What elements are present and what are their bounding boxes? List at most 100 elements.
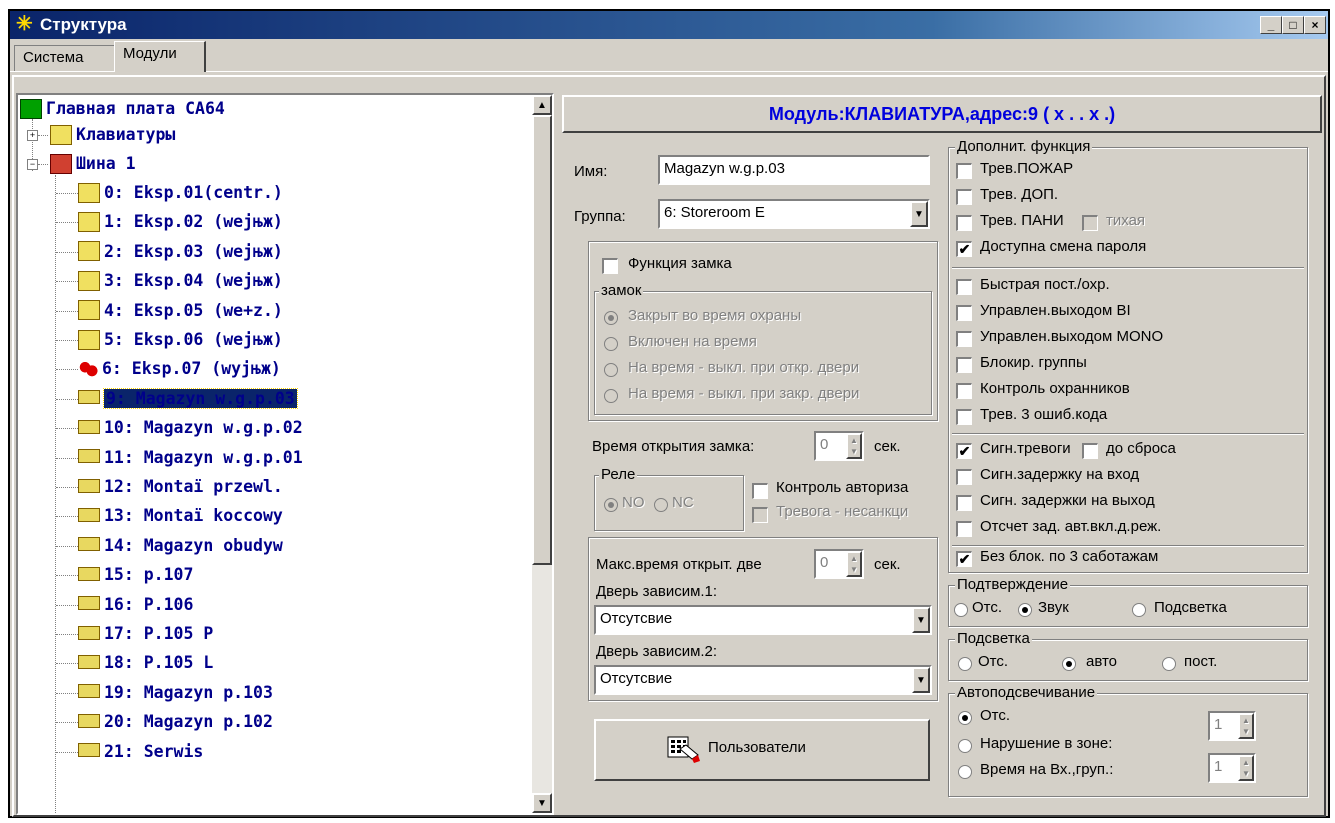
keypad-icon bbox=[78, 743, 100, 758]
backlight-none-radio[interactable] bbox=[958, 657, 972, 671]
expand-keypads-icon[interactable]: + bbox=[27, 130, 38, 141]
maximize-button[interactable]: □ bbox=[1282, 16, 1304, 34]
tree-module-item[interactable]: 19: Magazyn p.103 bbox=[78, 681, 273, 705]
minimize-button[interactable]: _ bbox=[1260, 16, 1282, 34]
until-reset-checkbox[interactable] bbox=[1082, 443, 1098, 459]
unauth-alarm-checkbox[interactable] bbox=[752, 507, 768, 523]
tree-root[interactable]: Главная плата CA64 bbox=[20, 97, 225, 121]
keypad-icon bbox=[78, 596, 100, 611]
autolight-time-radio[interactable] bbox=[958, 765, 972, 779]
mono-output-checkbox[interactable] bbox=[956, 331, 972, 347]
autolight-time-spinner-icon[interactable]: ▲ ▼ bbox=[1238, 755, 1254, 781]
relay-group-label: Реле bbox=[599, 466, 638, 484]
tree-module-item[interactable]: 10: Magazyn w.g.p.02 bbox=[78, 416, 303, 440]
tree-module-item[interactable]: 9: Magazyn w.g.p.03 bbox=[78, 387, 298, 411]
users-button[interactable]: Пользователи bbox=[594, 719, 930, 781]
structure-app-icon: ✳ bbox=[16, 13, 33, 35]
tree-module-item[interactable]: 14: Magazyn obudyw bbox=[78, 534, 283, 558]
no-block-checkbox[interactable]: ✔ bbox=[956, 551, 972, 567]
tree-module-item[interactable]: 1: Eksp.02 (weјњж) bbox=[78, 210, 283, 234]
autolight-zone-spinner-icon[interactable]: ▲ ▼ bbox=[1238, 713, 1254, 739]
max-door-spinner-icon[interactable]: ▲ ▼ bbox=[846, 551, 862, 577]
wrong-code-checkbox[interactable] bbox=[956, 409, 972, 425]
tree-keypads[interactable]: Клавиатуры bbox=[50, 123, 175, 147]
tab-system[interactable]: Система bbox=[14, 45, 116, 71]
lock-time-input[interactable]: 0 ▲ ▼ bbox=[814, 431, 864, 461]
quick-arm-checkbox[interactable] bbox=[956, 279, 972, 295]
backlight-auto-radio[interactable] bbox=[1062, 657, 1076, 671]
relay-no-radio[interactable] bbox=[604, 498, 618, 512]
quick-arm-label: Быстрая пост./охр. bbox=[980, 276, 1110, 293]
expander-centr-icon bbox=[78, 182, 100, 203]
tree-bus[interactable]: Шина 1 bbox=[50, 152, 136, 176]
sig-alarm-label: Сигн.тревоги bbox=[980, 440, 1071, 457]
tree-module-item[interactable]: 17: P.105 P bbox=[78, 622, 213, 646]
silent-checkbox[interactable] bbox=[1082, 215, 1098, 231]
auth-control-checkbox[interactable] bbox=[752, 483, 768, 499]
confirm-light-radio[interactable] bbox=[1132, 603, 1146, 617]
tree-module-item[interactable]: 12: Montaї przewl. bbox=[78, 475, 283, 499]
panic-alarm-checkbox[interactable] bbox=[956, 215, 972, 231]
name-input[interactable]: Magazyn w.g.p.03 bbox=[658, 155, 930, 185]
tree-module-item[interactable]: 15: p.107 bbox=[78, 563, 193, 587]
tree-module-item[interactable]: 3: Eksp.04 (weјњж) bbox=[78, 269, 283, 293]
collapse-bus-icon[interactable]: − bbox=[27, 159, 38, 170]
max-door-input[interactable]: 0 ▲ ▼ bbox=[814, 549, 864, 579]
tree-module-item[interactable]: 16: P.106 bbox=[78, 593, 193, 617]
lock-option-3-radio[interactable] bbox=[604, 363, 618, 377]
tree-module-item[interactable]: 4: Eksp.05 (we+z.) bbox=[78, 299, 283, 323]
scroll-down-icon[interactable]: ▼ bbox=[532, 793, 552, 813]
pwd-change-checkbox[interactable]: ✔ bbox=[956, 241, 972, 257]
exit-delay-checkbox[interactable] bbox=[956, 495, 972, 511]
autolight-time-input[interactable]: 1 ▲ ▼ bbox=[1208, 753, 1256, 783]
tree-module-item[interactable]: 11: Magazyn w.g.p.01 bbox=[78, 446, 303, 470]
close-button[interactable]: × bbox=[1304, 16, 1326, 34]
guard-control-checkbox[interactable] bbox=[956, 383, 972, 399]
relay-nc-radio[interactable] bbox=[654, 498, 668, 512]
door-dep2-dropdown-icon[interactable]: ▼ bbox=[912, 667, 930, 693]
auto-arm-countdown-checkbox[interactable] bbox=[956, 521, 972, 537]
autolight-zone-radio[interactable] bbox=[958, 739, 972, 753]
confirm-group-label: Подтверждение bbox=[955, 576, 1071, 594]
tree-module-item[interactable]: 5: Eksp.06 (weјњж) bbox=[78, 328, 283, 352]
fire-alarm-checkbox[interactable] bbox=[956, 163, 972, 179]
sig-alarm-checkbox[interactable]: ✔ bbox=[956, 443, 972, 459]
silent-label: тихая bbox=[1106, 212, 1146, 229]
module-tree[interactable]: Главная плата CA64 + Клавиатуры − Шина 1… bbox=[16, 93, 554, 815]
door-dep2-select[interactable]: Отсутсвие ▼ bbox=[594, 665, 932, 695]
tree-module-label: 16: P.106 bbox=[104, 594, 194, 614]
lock-option-4-radio[interactable] bbox=[604, 389, 618, 403]
scroll-thumb[interactable] bbox=[532, 115, 552, 565]
lock-option-2-radio[interactable] bbox=[604, 337, 618, 351]
door-dep1-label: Дверь зависим.1: bbox=[596, 583, 718, 600]
group-select[interactable]: 6: Storeroom E ▼ bbox=[658, 199, 930, 229]
scroll-up-icon[interactable]: ▲ bbox=[532, 95, 552, 115]
tree-module-label: 1: Eksp.02 (weјњж) bbox=[104, 212, 283, 232]
tree-module-item[interactable]: 13: Montaї koccowy bbox=[78, 504, 283, 528]
group-dropdown-icon[interactable]: ▼ bbox=[910, 201, 928, 227]
aux-alarm-checkbox[interactable] bbox=[956, 189, 972, 205]
tree-module-item[interactable]: 21: Serwis bbox=[78, 740, 203, 764]
backlight-const-radio[interactable] bbox=[1162, 657, 1176, 671]
bi-output-checkbox[interactable] bbox=[956, 305, 972, 321]
lock-function-checkbox[interactable] bbox=[602, 258, 618, 274]
tree-module-item[interactable]: 2: Eksp.03 (weјњж) bbox=[78, 240, 283, 264]
lock-option-4-label: На время - выкл. при закр. двери bbox=[628, 385, 860, 402]
tree-module-item[interactable]: 18: P.105 L bbox=[78, 651, 213, 675]
lock-time-spinner-icon[interactable]: ▲ ▼ bbox=[846, 433, 862, 459]
door-dep1-dropdown-icon[interactable]: ▼ bbox=[912, 607, 930, 633]
confirm-none-radio[interactable] bbox=[954, 603, 968, 617]
entry-delay-checkbox[interactable] bbox=[956, 469, 972, 485]
tree-module-item[interactable]: 20: Magazyn p.102 bbox=[78, 710, 273, 734]
tree-scrollbar[interactable]: ▲ ▼ bbox=[532, 95, 552, 813]
lock-option-1-radio[interactable] bbox=[604, 311, 618, 325]
tab-modules[interactable]: Модули bbox=[114, 41, 206, 72]
title-bar[interactable]: ✳ Структура _ □ × bbox=[10, 11, 1328, 39]
group-block-checkbox[interactable] bbox=[956, 357, 972, 373]
autolight-none-radio[interactable] bbox=[958, 711, 972, 725]
tree-module-item[interactable]: 6: Eksp.07 (wyјњж) bbox=[78, 357, 281, 381]
door-dep1-select[interactable]: Отсутсвие ▼ bbox=[594, 605, 932, 635]
tree-module-item[interactable]: 0: Eksp.01(centr.) bbox=[78, 181, 283, 205]
confirm-sound-radio[interactable] bbox=[1018, 603, 1032, 617]
autolight-zone-input[interactable]: 1 ▲ ▼ bbox=[1208, 711, 1256, 741]
